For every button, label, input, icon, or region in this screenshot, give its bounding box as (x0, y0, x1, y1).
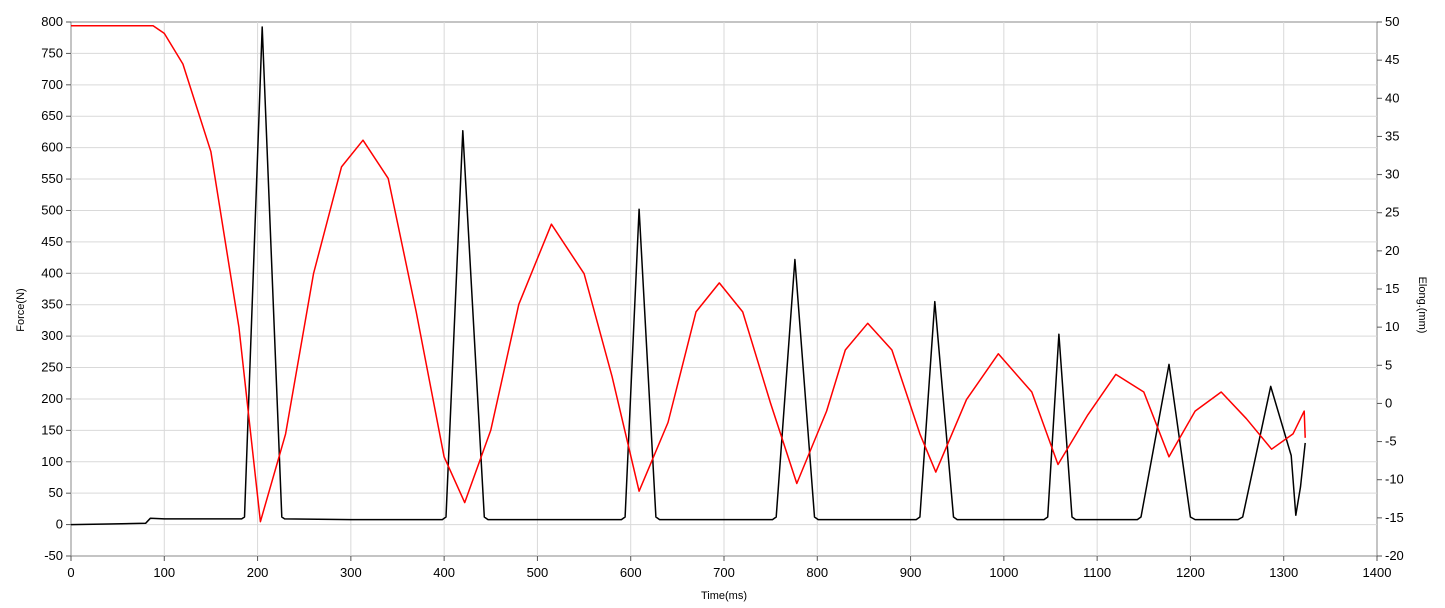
y2-tick-label: 10 (1385, 319, 1399, 334)
x-tick-label: 1000 (989, 565, 1018, 580)
y-tick-label: 350 (41, 297, 63, 312)
y2-tick-label: -20 (1385, 548, 1404, 563)
x-tick-label: 300 (340, 565, 362, 580)
y2-tick-label: 35 (1385, 128, 1399, 143)
y-tick-label: 300 (41, 328, 63, 343)
x-tick-label: 800 (806, 565, 828, 580)
bottom-axis-ticks: 0 100 200 300 400 500 600 700 800 900 1000 1100 1200… (67, 556, 1391, 580)
y-tick-label: 650 (41, 108, 63, 123)
y2-tick-label: 25 (1385, 205, 1399, 220)
y-tick-label: 250 (41, 360, 63, 375)
y-tick-label: 500 (41, 202, 63, 217)
y2-tick-label: 20 (1385, 243, 1399, 258)
y2-tick-label: 5 (1385, 357, 1392, 372)
y-tick-label: 800 (41, 14, 63, 29)
left-axis-ticks: -50 0 50 100 150 200 250 300 350 400 450 500 550 600 6… (41, 14, 71, 563)
y-tick-label: -50 (44, 548, 63, 563)
y-tick-label: 0 (56, 517, 63, 532)
x-tick-label: 1100 (1083, 565, 1111, 580)
y-tick-label: 150 (41, 422, 63, 437)
right-axis-ticks: -20 -15 -10 -5 0 5 10 15 20 25 30 35 40 45 50 (1377, 14, 1404, 563)
x-tick-label: 1200 (1176, 565, 1205, 580)
x-axis-title: Time(ms) (701, 590, 747, 602)
y-axis-title: Force(N) (15, 288, 27, 331)
y2-tick-label: -10 (1385, 472, 1404, 487)
chart: -500501001502002503003504004505005506006… (15, 14, 1428, 602)
x-tick-label: 400 (433, 565, 455, 580)
x-tick-label: 0 (67, 565, 74, 580)
y2-axis-title: Elong.(mm) (1416, 277, 1428, 334)
x-tick-label: 900 (900, 565, 922, 580)
y-tick-label: 600 (41, 140, 63, 155)
x-tick-label: 600 (620, 565, 642, 580)
y-tick-label: 700 (41, 77, 63, 92)
x-tick-label: 100 (153, 565, 175, 580)
x-tick-label: 1300 (1269, 565, 1298, 580)
y2-tick-label: -15 (1385, 510, 1404, 525)
y2-tick-label: 0 (1385, 395, 1392, 410)
y2-tick-label: 15 (1385, 281, 1399, 296)
y-tick-label: 100 (41, 454, 63, 469)
y-tick-label: 400 (41, 265, 63, 280)
y2-tick-label: 40 (1385, 90, 1399, 105)
y2-tick-label: 30 (1385, 167, 1399, 182)
x-tick-label: 500 (527, 565, 549, 580)
x-tick-label: 200 (247, 565, 269, 580)
y-tick-label: 550 (41, 171, 63, 186)
x-tick-label: 1400 (1363, 565, 1392, 580)
y-tick-label: 450 (41, 234, 63, 249)
x-tick-label: 700 (713, 565, 735, 580)
y-tick-label: 50 (49, 485, 63, 500)
y2-tick-label: -5 (1385, 434, 1397, 449)
y2-tick-label: 45 (1385, 52, 1399, 67)
y2-tick-label: 50 (1385, 14, 1399, 29)
y-tick-label: 750 (41, 45, 63, 60)
y-tick-label: 200 (41, 391, 63, 406)
